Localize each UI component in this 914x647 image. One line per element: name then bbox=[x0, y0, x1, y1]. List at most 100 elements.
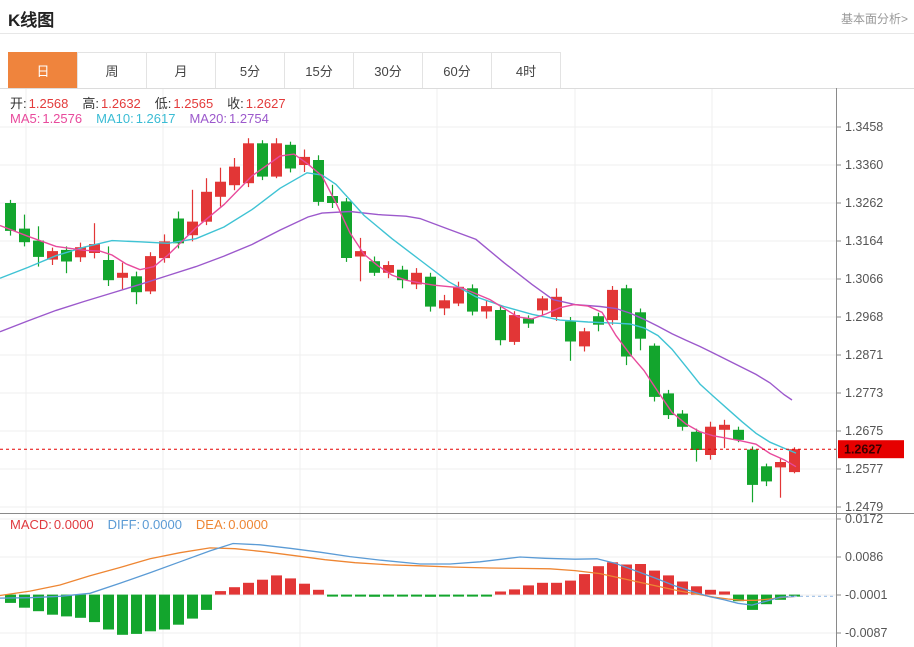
tab-日[interactable]: 日 bbox=[8, 52, 78, 89]
candle bbox=[481, 300, 492, 319]
macd-bar bbox=[551, 583, 562, 595]
candle bbox=[425, 273, 436, 312]
candle bbox=[313, 155, 324, 205]
macd-bar bbox=[215, 591, 226, 595]
tab-30分[interactable]: 30分 bbox=[353, 52, 423, 89]
svg-text:-0.0087: -0.0087 bbox=[845, 626, 887, 640]
macd-bar bbox=[145, 595, 156, 632]
svg-text:1.2968: 1.2968 bbox=[845, 310, 883, 324]
macd-histogram bbox=[5, 562, 800, 635]
macd-bar bbox=[285, 578, 296, 594]
candle bbox=[257, 140, 268, 180]
tab-4时[interactable]: 4时 bbox=[491, 52, 561, 89]
candle bbox=[607, 286, 618, 325]
candle bbox=[355, 238, 366, 281]
macd-bar bbox=[75, 595, 86, 618]
ohlc-readout: 开:1.2568 高:1.2632 低:1.2565 收:1.2627 bbox=[10, 93, 300, 112]
macd-bar bbox=[747, 595, 758, 610]
macd-bar bbox=[439, 595, 450, 597]
candle bbox=[635, 309, 646, 351]
tab-15分[interactable]: 15分 bbox=[284, 52, 354, 89]
svg-text:1.2627: 1.2627 bbox=[844, 443, 882, 457]
macd-bar bbox=[159, 595, 170, 630]
ma5-line bbox=[0, 154, 796, 467]
header-divider bbox=[0, 33, 914, 34]
macd-bar bbox=[131, 595, 142, 634]
svg-text:1.2871: 1.2871 bbox=[845, 348, 883, 362]
tab-周[interactable]: 周 bbox=[77, 52, 147, 89]
readout-macd: MACD:0.0000 bbox=[10, 517, 94, 532]
svg-text:1.3458: 1.3458 bbox=[845, 120, 883, 134]
macd-bar bbox=[453, 595, 464, 597]
macd-bar bbox=[47, 595, 58, 615]
current-price-marker: 1.2627 bbox=[838, 440, 904, 458]
candle bbox=[117, 263, 128, 289]
candle bbox=[747, 447, 758, 503]
readout-ma5: MA5:1.2576 bbox=[10, 111, 82, 126]
svg-text:1.3164: 1.3164 bbox=[845, 234, 883, 248]
price-axis: 1.34581.33601.32621.31641.30661.29681.28… bbox=[836, 120, 887, 640]
macd-bar bbox=[523, 585, 534, 594]
fundamental-analysis-link[interactable]: 基本面分析> bbox=[841, 10, 908, 27]
svg-text:1.3360: 1.3360 bbox=[845, 158, 883, 172]
candle bbox=[537, 296, 548, 315]
macd-bar bbox=[257, 580, 268, 595]
macd-bar bbox=[481, 595, 492, 597]
macd-bar bbox=[369, 595, 380, 597]
candle bbox=[145, 252, 156, 294]
macd-bar bbox=[719, 592, 730, 595]
readout-open: 开:1.2568 bbox=[10, 96, 68, 111]
page-title: K线图 bbox=[8, 6, 54, 31]
tab-月[interactable]: 月 bbox=[146, 52, 216, 89]
svg-text:1.2577: 1.2577 bbox=[845, 462, 883, 476]
readout-low: 低:1.2565 bbox=[155, 96, 213, 111]
macd-bar bbox=[607, 562, 618, 594]
macd-bar bbox=[495, 592, 506, 595]
ma-readout: MA5:1.2576 MA10:1.2617 MA20:1.2754 bbox=[10, 111, 283, 126]
tab-60分[interactable]: 60分 bbox=[422, 52, 492, 89]
candle bbox=[775, 458, 786, 498]
readout-close: 收:1.2627 bbox=[227, 96, 285, 111]
tab-5分[interactable]: 5分 bbox=[215, 52, 285, 89]
readout-ma20: MA20:1.2754 bbox=[189, 111, 268, 126]
macd-bar bbox=[201, 595, 212, 610]
macd-bar bbox=[355, 595, 366, 597]
macd-bar bbox=[509, 589, 520, 594]
kline-chart-canvas[interactable]: 1.34581.33601.32621.31641.30661.29681.28… bbox=[0, 88, 914, 647]
dea-line bbox=[0, 548, 796, 600]
svg-text:0.0086: 0.0086 bbox=[845, 550, 883, 564]
candle bbox=[33, 226, 44, 266]
candle bbox=[705, 422, 716, 460]
macd-bar bbox=[61, 595, 72, 617]
candle bbox=[201, 178, 212, 225]
macd-bar bbox=[89, 595, 100, 623]
macd-bar bbox=[467, 595, 478, 597]
candle bbox=[621, 285, 632, 365]
macd-bar bbox=[341, 595, 352, 597]
candle bbox=[341, 198, 352, 262]
macd-bar bbox=[705, 590, 716, 595]
candle bbox=[131, 272, 142, 305]
macd-bar bbox=[649, 571, 660, 595]
kline-widget: { "header": { "title": "K线图", "link": "基… bbox=[0, 0, 914, 647]
candle bbox=[299, 150, 310, 173]
macd-bar bbox=[383, 595, 394, 597]
macd-bar bbox=[397, 595, 408, 597]
svg-text:1.3066: 1.3066 bbox=[845, 272, 883, 286]
candle bbox=[719, 420, 730, 448]
readout-ma10: MA10:1.2617 bbox=[96, 111, 175, 126]
candle bbox=[761, 464, 772, 487]
readout-high: 高:1.2632 bbox=[82, 96, 140, 111]
svg-text:0.0172: 0.0172 bbox=[845, 512, 883, 526]
candle bbox=[411, 268, 422, 289]
macd-bar bbox=[565, 581, 576, 595]
ma20-line bbox=[0, 212, 792, 401]
readout-dea: DEA:0.0000 bbox=[196, 517, 268, 532]
candle bbox=[439, 295, 450, 315]
candle bbox=[579, 328, 590, 352]
candle bbox=[565, 317, 576, 361]
svg-text:1.2773: 1.2773 bbox=[845, 386, 883, 400]
svg-text:1.2675: 1.2675 bbox=[845, 424, 883, 438]
macd-bar bbox=[327, 595, 338, 597]
macd-bar bbox=[313, 590, 324, 595]
